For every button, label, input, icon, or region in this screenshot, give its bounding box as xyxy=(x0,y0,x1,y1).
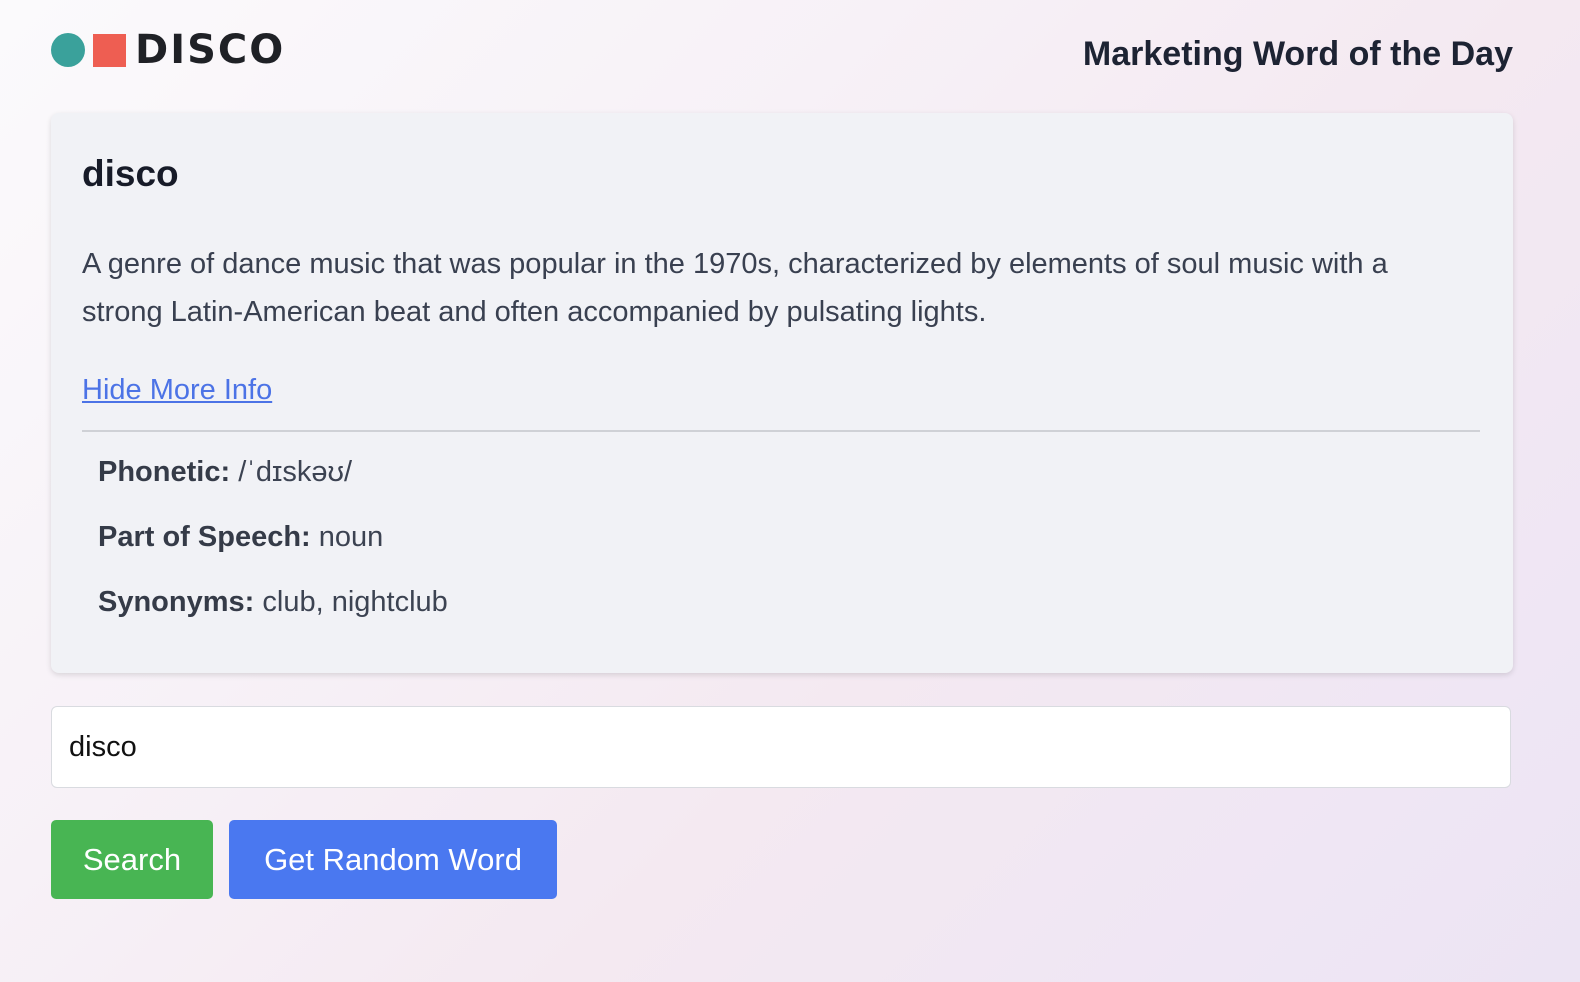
logo-circle-icon xyxy=(51,33,85,67)
logo-square-icon xyxy=(93,33,126,67)
synonyms-row: Synonyms: club, nightclub xyxy=(98,583,448,621)
header: DISCO Marketing Word of the Day xyxy=(51,28,1513,73)
logo[interactable]: DISCO xyxy=(51,28,285,72)
logo-text: DISCO xyxy=(135,27,286,73)
word-definition: A genre of dance music that was popular … xyxy=(82,248,1388,328)
get-random-word-button[interactable]: Get Random Word xyxy=(229,820,557,899)
phonetic-value: /ˈdɪskəʊ/ xyxy=(238,456,353,488)
search-input[interactable] xyxy=(51,706,1511,788)
word-title: disco xyxy=(82,153,179,194)
part-of-speech-row: Part of Speech: noun xyxy=(98,518,448,556)
phonetic-row: Phonetic: /ˈdɪskəʊ/ xyxy=(98,453,448,491)
hide-more-info-link[interactable]: Hide More Info xyxy=(82,371,272,409)
word-details: Phonetic: /ˈdɪskəʊ/ Part of Speech: noun… xyxy=(98,453,448,648)
phonetic-label: Phonetic: xyxy=(98,456,231,488)
page-title: Marketing Word of the Day xyxy=(1082,35,1513,73)
part-of-speech-value: noun xyxy=(318,521,384,553)
word-card: disco A genre of dance music that was po… xyxy=(51,113,1513,673)
synonyms-value: club, nightclub xyxy=(262,586,448,618)
search-button[interactable]: Search xyxy=(51,820,213,899)
synonyms-label: Synonyms: xyxy=(98,586,255,618)
part-of-speech-label: Part of Speech: xyxy=(98,521,311,553)
divider xyxy=(82,430,1480,432)
